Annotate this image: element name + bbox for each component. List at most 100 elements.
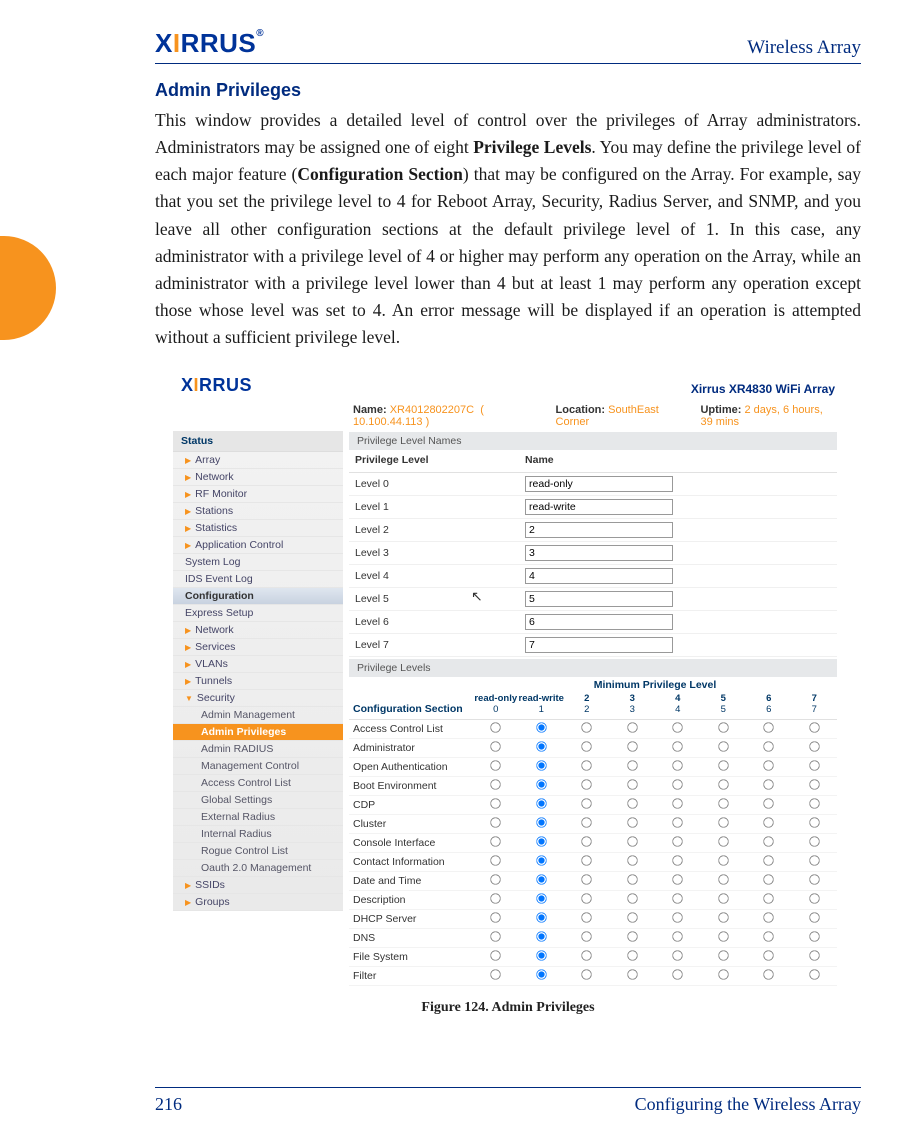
privilege-radio[interactable] [764, 931, 774, 941]
privilege-radio[interactable] [536, 950, 546, 960]
privilege-radio[interactable] [673, 893, 683, 903]
privilege-radio[interactable] [536, 760, 546, 770]
privilege-radio[interactable] [536, 893, 546, 903]
privilege-radio[interactable] [673, 950, 683, 960]
level-name-input[interactable] [525, 568, 673, 584]
privilege-radio[interactable] [764, 912, 774, 922]
nav-item[interactable]: ▶RF Monitor [173, 486, 343, 503]
privilege-radio[interactable] [673, 855, 683, 865]
privilege-radio[interactable] [582, 760, 592, 770]
privilege-radio[interactable] [491, 836, 501, 846]
nav-item[interactable]: ▶Network [173, 469, 343, 486]
privilege-radio[interactable] [582, 893, 592, 903]
privilege-radio[interactable] [491, 741, 501, 751]
privilege-radio[interactable] [718, 741, 728, 751]
nav-item[interactable]: ▼Security [173, 690, 343, 707]
privilege-radio[interactable] [764, 836, 774, 846]
privilege-radio[interactable] [582, 969, 592, 979]
privilege-radio[interactable] [718, 836, 728, 846]
privilege-radio[interactable] [673, 779, 683, 789]
level-name-input[interactable] [525, 591, 673, 607]
privilege-radio[interactable] [627, 836, 637, 846]
privilege-radio[interactable] [536, 912, 546, 922]
privilege-radio[interactable] [491, 874, 501, 884]
nav-subitem[interactable]: Oauth 2.0 Management [173, 860, 343, 877]
privilege-radio[interactable] [536, 931, 546, 941]
privilege-radio[interactable] [809, 893, 819, 903]
nav-subitem[interactable]: Admin Management [173, 707, 343, 724]
privilege-radio[interactable] [809, 874, 819, 884]
privilege-radio[interactable] [809, 798, 819, 808]
nav-item[interactable]: ▶Groups [173, 894, 343, 911]
nav-subitem[interactable]: Global Settings [173, 792, 343, 809]
privilege-radio[interactable] [491, 817, 501, 827]
nav-subitem[interactable]: Admin Privileges [173, 724, 343, 741]
privilege-radio[interactable] [491, 969, 501, 979]
privilege-radio[interactable] [673, 760, 683, 770]
privilege-radio[interactable] [627, 912, 637, 922]
privilege-radio[interactable] [809, 912, 819, 922]
privilege-radio[interactable] [809, 855, 819, 865]
nav-item[interactable]: ▶SSIDs [173, 877, 343, 894]
nav-item[interactable]: ▶Array [173, 452, 343, 469]
level-name-input[interactable] [525, 614, 673, 630]
privilege-radio[interactable] [764, 722, 774, 732]
privilege-radio[interactable] [582, 722, 592, 732]
privilege-radio[interactable] [491, 912, 501, 922]
privilege-radio[interactable] [536, 874, 546, 884]
privilege-radio[interactable] [718, 817, 728, 827]
privilege-radio[interactable] [491, 779, 501, 789]
privilege-radio[interactable] [673, 722, 683, 732]
level-name-input[interactable] [525, 476, 673, 492]
privilege-radio[interactable] [582, 798, 592, 808]
privilege-radio[interactable] [536, 798, 546, 808]
nav-item[interactable]: ▶Network [173, 622, 343, 639]
privilege-radio[interactable] [582, 950, 592, 960]
privilege-radio[interactable] [536, 969, 546, 979]
privilege-radio[interactable] [764, 817, 774, 827]
privilege-radio[interactable] [582, 741, 592, 751]
privilege-radio[interactable] [718, 969, 728, 979]
privilege-radio[interactable] [764, 779, 774, 789]
privilege-radio[interactable] [718, 779, 728, 789]
privilege-radio[interactable] [809, 950, 819, 960]
level-name-input[interactable] [525, 545, 673, 561]
privilege-radio[interactable] [627, 779, 637, 789]
privilege-radio[interactable] [627, 931, 637, 941]
privilege-radio[interactable] [718, 931, 728, 941]
privilege-radio[interactable] [536, 741, 546, 751]
nav-subitem[interactable]: Rogue Control List [173, 843, 343, 860]
privilege-radio[interactable] [536, 779, 546, 789]
privilege-radio[interactable] [627, 969, 637, 979]
privilege-radio[interactable] [718, 950, 728, 960]
nav-item[interactable]: IDS Event Log [173, 571, 343, 588]
privilege-radio[interactable] [627, 760, 637, 770]
privilege-radio[interactable] [673, 798, 683, 808]
privilege-radio[interactable] [718, 760, 728, 770]
privilege-radio[interactable] [627, 722, 637, 732]
privilege-radio[interactable] [627, 874, 637, 884]
privilege-radio[interactable] [627, 741, 637, 751]
level-name-input[interactable] [525, 499, 673, 515]
nav-subitem[interactable]: External Radius [173, 809, 343, 826]
privilege-radio[interactable] [764, 855, 774, 865]
privilege-radio[interactable] [718, 893, 728, 903]
privilege-radio[interactable] [536, 855, 546, 865]
privilege-radio[interactable] [718, 855, 728, 865]
privilege-radio[interactable] [627, 950, 637, 960]
privilege-radio[interactable] [673, 969, 683, 979]
privilege-radio[interactable] [536, 836, 546, 846]
nav-item[interactable]: ▶Stations [173, 503, 343, 520]
nav-item[interactable]: ▶Statistics [173, 520, 343, 537]
privilege-radio[interactable] [764, 950, 774, 960]
privilege-radio[interactable] [491, 722, 501, 732]
privilege-radio[interactable] [582, 836, 592, 846]
nav-subitem[interactable]: Internal Radius [173, 826, 343, 843]
privilege-radio[interactable] [491, 760, 501, 770]
nav-item[interactable]: ▶VLANs [173, 656, 343, 673]
privilege-radio[interactable] [809, 760, 819, 770]
privilege-radio[interactable] [718, 912, 728, 922]
privilege-radio[interactable] [809, 817, 819, 827]
privilege-radio[interactable] [491, 950, 501, 960]
privilege-radio[interactable] [491, 931, 501, 941]
